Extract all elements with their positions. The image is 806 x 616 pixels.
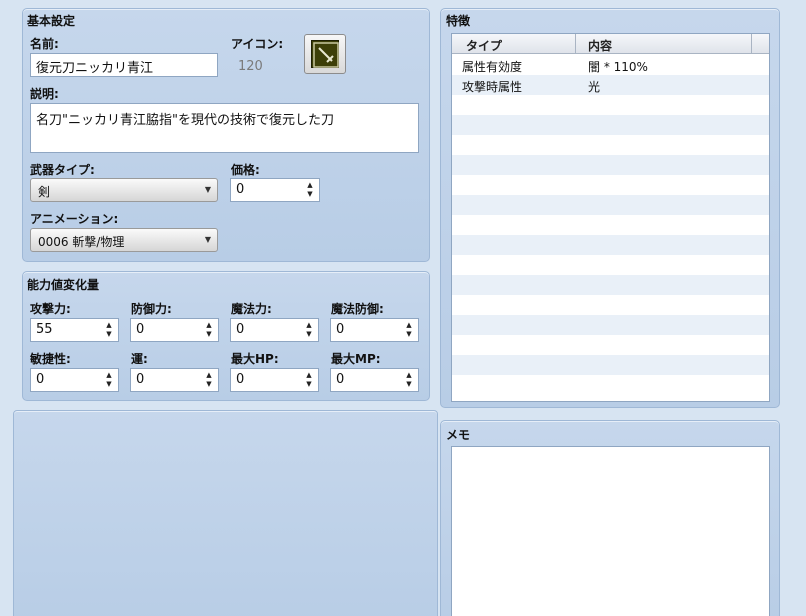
table-row[interactable] xyxy=(452,335,769,355)
param-label-def: 防御力: xyxy=(131,302,172,316)
param-stepper-mat[interactable]: 0 ▲ ▼ xyxy=(230,318,319,342)
param-value-mat: 0 xyxy=(236,322,245,337)
icon-select-button[interactable] xyxy=(304,34,346,74)
table-row[interactable] xyxy=(452,275,769,295)
memo-textarea[interactable] xyxy=(451,446,770,616)
basic-settings-title: 基本設定 xyxy=(27,14,76,28)
description-field[interactable]: 名刀"ニッカリ青江脇指"を現代の技術で復元した刀 xyxy=(30,103,419,153)
table-row[interactable] xyxy=(452,95,769,115)
table-row[interactable] xyxy=(452,315,769,335)
spin-arrows-icon[interactable]: ▲ ▼ xyxy=(204,321,214,339)
weapon-type-value: 剣 xyxy=(38,185,51,199)
spin-arrows-icon[interactable]: ▲ ▼ xyxy=(404,371,414,389)
spin-arrows-icon[interactable]: ▲ ▼ xyxy=(104,371,114,389)
param-stepper-def[interactable]: 0 ▲ ▼ xyxy=(130,318,219,342)
param-stepper-atk[interactable]: 55 ▲ ▼ xyxy=(30,318,119,342)
chevron-down-icon: ▼ xyxy=(204,185,211,194)
weapon-type-select[interactable]: 剣 ▼ xyxy=(30,178,218,202)
table-row[interactable] xyxy=(452,375,769,395)
param-value-atk: 55 xyxy=(36,322,53,337)
param-label-mdf: 魔法防御: xyxy=(331,302,384,316)
price-label: 価格: xyxy=(231,163,260,177)
param-value-luk: 0 xyxy=(136,372,145,387)
spin-arrows-icon[interactable]: ▲ ▼ xyxy=(304,371,314,389)
description-label: 説明: xyxy=(30,87,59,101)
param-label-mmp: 最大MP: xyxy=(331,352,381,366)
icon-label: アイコン: xyxy=(231,37,284,51)
param-stepper-mmp[interactable]: 0 ▲ ▼ xyxy=(330,368,419,392)
table-row[interactable] xyxy=(452,215,769,235)
trait-type-cell: 攻撃時属性 xyxy=(462,80,523,94)
param-value-mdf: 0 xyxy=(336,322,345,337)
sword-icon xyxy=(311,40,339,68)
table-row[interactable] xyxy=(452,135,769,155)
name-label: 名前: xyxy=(30,37,59,51)
param-label-mhp: 最大HP: xyxy=(231,352,279,366)
param-stepper-agi[interactable]: 0 ▲ ▼ xyxy=(30,368,119,392)
traits-grid-header: タイプ 内容 xyxy=(452,34,769,54)
trait-type-cell: 属性有効度 xyxy=(462,60,523,74)
traits-grid[interactable]: タイプ 内容 属性有効度 闇 * 110% 攻撃時属性 光 xyxy=(451,33,770,402)
spin-arrows-icon[interactable]: ▲ ▼ xyxy=(305,181,315,199)
param-label-mat: 魔法力: xyxy=(231,302,272,316)
table-row[interactable] xyxy=(452,295,769,315)
param-value-def: 0 xyxy=(136,322,145,337)
spin-arrows-icon[interactable]: ▲ ▼ xyxy=(104,321,114,339)
param-label-luk: 運: xyxy=(131,352,148,366)
param-value-mmp: 0 xyxy=(336,372,345,387)
column-divider xyxy=(751,34,752,54)
empty-panel xyxy=(13,410,438,616)
traits-title: 特徴 xyxy=(446,14,471,28)
column-divider xyxy=(575,34,576,54)
param-value-agi: 0 xyxy=(36,372,45,387)
param-label-atk: 攻撃力: xyxy=(30,302,71,316)
table-row[interactable] xyxy=(452,355,769,375)
icon-index-text: 120 xyxy=(238,59,263,74)
name-field[interactable]: 復元刀ニッカリ青江 xyxy=(30,53,218,77)
price-stepper[interactable]: 0 ▲ ▼ xyxy=(230,178,320,202)
trait-content-cell: 闇 * 110% xyxy=(588,60,648,74)
table-row[interactable] xyxy=(452,115,769,135)
animation-value: 0006 斬撃/物理 xyxy=(38,235,125,249)
chevron-down-icon: ▼ xyxy=(204,235,211,244)
column-header-type[interactable]: タイプ xyxy=(466,37,502,54)
param-label-agi: 敏捷性: xyxy=(30,352,71,366)
table-row[interactable]: 属性有効度 闇 * 110% xyxy=(452,55,769,75)
table-row[interactable] xyxy=(452,175,769,195)
column-header-content[interactable]: 内容 xyxy=(588,37,612,54)
params-title: 能力値変化量 xyxy=(27,278,100,292)
param-stepper-mdf[interactable]: 0 ▲ ▼ xyxy=(330,318,419,342)
memo-title: メモ xyxy=(446,428,471,442)
weapon-type-label: 武器タイプ: xyxy=(30,163,95,177)
animation-label: アニメーション: xyxy=(30,212,119,226)
table-row[interactable] xyxy=(452,255,769,275)
price-value: 0 xyxy=(236,182,245,197)
table-row[interactable] xyxy=(452,155,769,175)
table-row[interactable] xyxy=(452,195,769,215)
param-value-mhp: 0 xyxy=(236,372,245,387)
table-row[interactable] xyxy=(452,235,769,255)
table-row[interactable]: 攻撃時属性 光 xyxy=(452,75,769,95)
spin-arrows-icon[interactable]: ▲ ▼ xyxy=(304,321,314,339)
trait-content-cell: 光 xyxy=(588,80,601,94)
spin-arrows-icon[interactable]: ▲ ▼ xyxy=(204,371,214,389)
animation-select[interactable]: 0006 斬撃/物理 ▼ xyxy=(30,228,218,252)
param-stepper-mhp[interactable]: 0 ▲ ▼ xyxy=(230,368,319,392)
spin-arrows-icon[interactable]: ▲ ▼ xyxy=(404,321,414,339)
param-stepper-luk[interactable]: 0 ▲ ▼ xyxy=(130,368,219,392)
